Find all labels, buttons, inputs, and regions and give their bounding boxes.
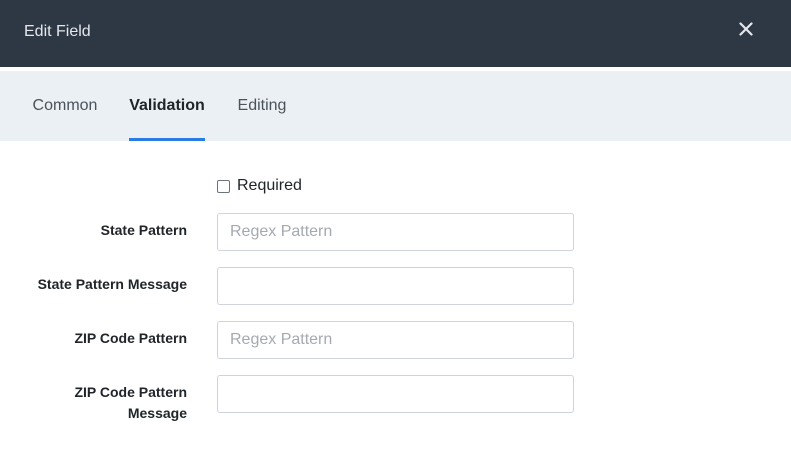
zip-code-pattern-label: ZIP Code Pattern <box>74 330 187 346</box>
tab-editing[interactable]: Editing <box>237 71 287 141</box>
tab-validation[interactable]: Validation <box>129 71 205 141</box>
close-icon <box>739 21 753 41</box>
tab-bar: Common Validation Editing <box>0 71 791 141</box>
state-pattern-input[interactable] <box>217 213 574 251</box>
zip-code-pattern-message-input[interactable] <box>217 375 574 413</box>
zip-code-pattern-input[interactable] <box>217 321 574 359</box>
required-row: Required <box>217 176 302 196</box>
tab-common[interactable]: Common <box>32 71 98 141</box>
state-pattern-label: State Pattern <box>100 222 187 238</box>
zip-code-pattern-message-label: ZIP Code Pattern Message <box>74 384 187 421</box>
state-pattern-message-label: State Pattern Message <box>37 276 187 292</box>
dialog-title: Edit Field <box>24 23 91 40</box>
required-checkbox[interactable] <box>217 179 230 193</box>
required-label[interactable]: Required <box>237 177 302 195</box>
close-button[interactable] <box>733 18 759 44</box>
state-pattern-message-input[interactable] <box>217 267 574 305</box>
dialog-header: Edit Field <box>0 0 791 67</box>
